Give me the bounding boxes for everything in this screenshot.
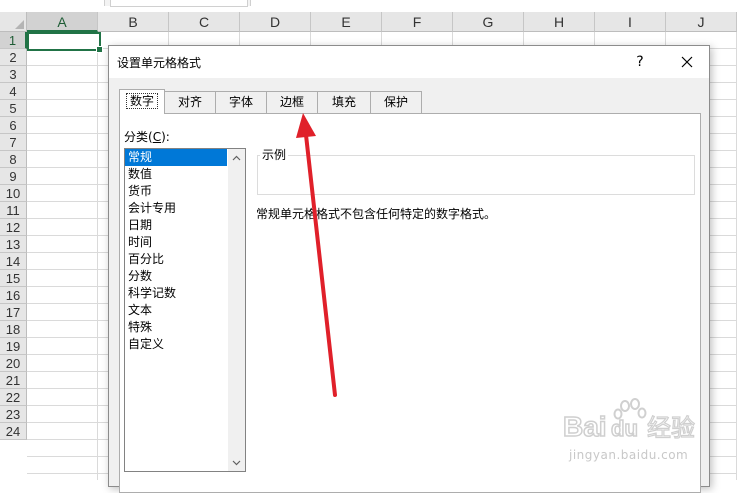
row-header-14[interactable]: 14 — [0, 253, 27, 270]
row-header-1[interactable]: 1 — [0, 32, 27, 49]
tab-2[interactable]: 对齐 — [164, 91, 216, 113]
sample-group: 示例 — [257, 146, 695, 195]
tab-3[interactable]: 字体 — [215, 91, 267, 113]
row-header-12[interactable]: 12 — [0, 219, 27, 236]
baidu-jingyan-watermark: Bai du 经验 — [563, 398, 696, 443]
category-item[interactable]: 日期 — [125, 217, 227, 234]
formula-bar-edge — [250, 0, 737, 6]
row-header-23[interactable]: 23 — [0, 406, 27, 423]
close-button[interactable] — [672, 50, 702, 74]
column-header-a[interactable]: A — [27, 12, 98, 32]
category-listbox[interactable]: 常规 数值 货币 会计专用 日期 时间 百分比 分数 科学记数 文本 特殊 自定义 — [124, 148, 246, 472]
scroll-up-button[interactable] — [228, 149, 245, 166]
tab-label: 边框 — [279, 95, 304, 109]
row-header-21[interactable]: 21 — [0, 372, 27, 389]
row-header-9[interactable]: 9 — [0, 168, 27, 185]
formula-control-edge — [110, 0, 248, 7]
sample-label: 示例 — [260, 146, 289, 163]
row-header-11[interactable]: 11 — [0, 202, 27, 219]
category-item[interactable]: 百分比 — [125, 251, 227, 268]
row-header-17[interactable]: 17 — [0, 304, 27, 321]
row-header-5[interactable]: 5 — [0, 100, 27, 117]
tab-label: 对齐 — [177, 95, 202, 109]
help-button[interactable]: ? — [627, 50, 653, 74]
row-header-10[interactable]: 10 — [0, 185, 27, 202]
chevron-up-icon — [232, 155, 241, 161]
tab-5[interactable]: 填充 — [317, 91, 371, 113]
tab-label: 字体 — [228, 95, 253, 109]
tab-label: 填充 — [331, 95, 356, 109]
row-header-6[interactable]: 6 — [0, 117, 27, 134]
row-header-3[interactable]: 3 — [0, 66, 27, 83]
column-header-h[interactable]: H — [524, 12, 595, 32]
svg-text:du: du — [611, 416, 638, 441]
close-icon — [681, 56, 693, 68]
tab-1[interactable]: 数字 — [119, 89, 165, 114]
row-header-8[interactable]: 8 — [0, 151, 27, 168]
row-header-7[interactable]: 7 — [0, 134, 27, 151]
toolbar-strip — [0, 0, 737, 7]
row-header-13[interactable]: 13 — [0, 236, 27, 253]
category-item[interactable]: 自定义 — [125, 336, 227, 353]
chevron-down-icon — [232, 460, 241, 466]
row-header-18[interactable]: 18 — [0, 321, 27, 338]
category-item[interactable]: 科学记数 — [125, 285, 227, 302]
category-scrollbar[interactable] — [228, 149, 245, 471]
category-item[interactable]: 分数 — [125, 268, 227, 285]
category-item[interactable]: 数值 — [125, 166, 227, 183]
category-item[interactable]: 货币 — [125, 183, 227, 200]
svg-text:Bai: Bai — [563, 411, 607, 442]
category-item[interactable]: 常规 — [125, 149, 227, 166]
active-cell-a1[interactable] — [27, 32, 103, 53]
tab-6[interactable]: 保护 — [370, 91, 422, 113]
tab-4[interactable]: 边框 — [266, 91, 318, 113]
category-item[interactable]: 特殊 — [125, 319, 227, 336]
row-header-20[interactable]: 20 — [0, 355, 27, 372]
column-header-j[interactable]: J — [666, 12, 737, 32]
category-item[interactable]: 文本 — [125, 302, 227, 319]
format-description: 常规单元格格式不包含任何特定的数字格式。 — [256, 207, 497, 221]
tab-label: 数字 — [125, 93, 158, 109]
category-label: 分类(C): — [124, 130, 170, 144]
column-header-c[interactable]: C — [169, 12, 240, 32]
category-item[interactable]: 会计专用 — [125, 200, 227, 217]
watermark-url: jingyan.baidu.com — [569, 448, 689, 462]
dialog-titlebar: 设置单元格格式 ? — [109, 46, 709, 78]
name-box-edge — [0, 0, 105, 6]
dialog-title: 设置单元格格式 — [117, 56, 202, 70]
row-header-16[interactable]: 16 — [0, 287, 27, 304]
scroll-down-button[interactable] — [228, 454, 245, 471]
column-header-b[interactable]: B — [98, 12, 169, 32]
row-header-22[interactable]: 22 — [0, 389, 27, 406]
column-header-g[interactable]: G — [453, 12, 524, 32]
select-all-button[interactable] — [0, 12, 27, 32]
tab-label: 保护 — [383, 95, 408, 109]
column-header-e[interactable]: E — [311, 12, 382, 32]
category-item[interactable]: 时间 — [125, 234, 227, 251]
column-header-i[interactable]: I — [595, 12, 666, 32]
row-header-19[interactable]: 19 — [0, 338, 27, 355]
column-header-d[interactable]: D — [240, 12, 311, 32]
svg-text:经验: 经验 — [647, 414, 695, 442]
row-header-15[interactable]: 15 — [0, 270, 27, 287]
row-header-4[interactable]: 4 — [0, 83, 27, 100]
row-header-2[interactable]: 2 — [0, 49, 27, 66]
column-header-f[interactable]: F — [382, 12, 453, 32]
row-header-24[interactable]: 24 — [0, 423, 27, 440]
